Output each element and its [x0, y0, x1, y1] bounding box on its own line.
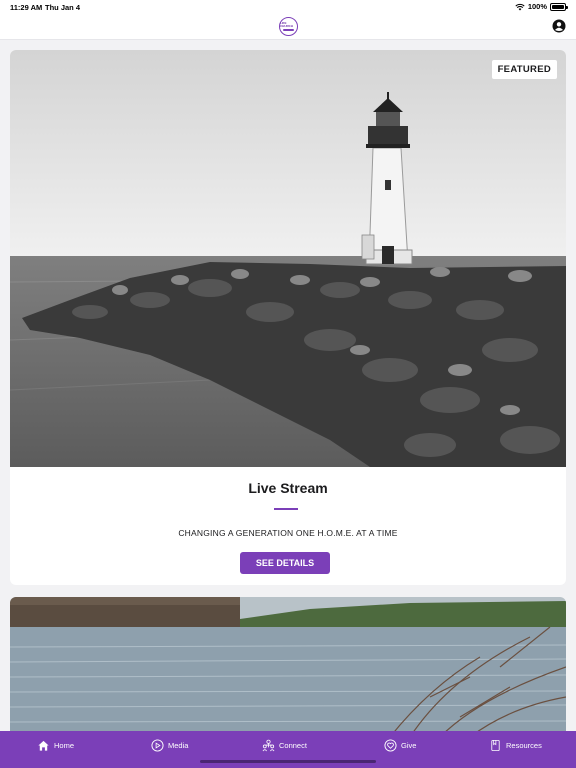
tab-media[interactable]: Media — [151, 739, 188, 752]
battery-level — [552, 4, 564, 9]
tab-give-label: Give — [401, 741, 417, 750]
status-date: Thu Jan 4 — [45, 3, 81, 12]
lake-image — [10, 597, 566, 737]
tab-home[interactable]: Home — [37, 739, 74, 752]
logo-accent — [283, 29, 294, 31]
heart-icon — [384, 739, 397, 752]
tab-bar: Home Media Connect Give Resources — [0, 731, 576, 768]
see-details-button[interactable]: SEE DETAILS — [240, 552, 330, 574]
status-time: 11:29 AM — [10, 3, 43, 12]
status-indicators: 100% — [515, 2, 568, 11]
battery-percent: 100% — [527, 2, 547, 11]
title-divider — [274, 508, 298, 510]
card-subtitle: CHANGING A GENERATION ONE H.O.M.E. AT A … — [178, 528, 398, 538]
tab-media-label: Media — [168, 741, 189, 750]
content-card[interactable] — [10, 597, 566, 737]
home-indicator — [200, 760, 376, 763]
status-bar: 11:29 AM Thu Jan 4 100% — [0, 0, 576, 16]
tab-connect[interactable]: Connect — [262, 739, 307, 752]
card-title: Live Stream — [248, 480, 328, 496]
battery-icon — [550, 2, 568, 11]
app-header: LIFE CHURCH — [0, 16, 576, 40]
wifi-icon — [515, 3, 525, 10]
featured-card[interactable]: FEATURED Live Stream CHANGING A GENERATI… — [10, 50, 566, 585]
featured-badge: FEATURED — [491, 60, 557, 79]
home-icon — [38, 740, 49, 751]
tab-connect-label: Connect — [279, 741, 307, 750]
lighthouse-image — [10, 50, 566, 467]
people-icon — [262, 739, 275, 752]
church-logo[interactable]: LIFE CHURCH — [279, 17, 298, 36]
tab-resources[interactable]: Resources — [489, 739, 542, 752]
tab-resources-label: Resources — [506, 741, 542, 750]
profile-icon[interactable] — [552, 19, 566, 33]
tab-give[interactable]: Give — [384, 739, 416, 752]
tab-home-label: Home — [54, 741, 75, 750]
play-icon — [151, 739, 164, 752]
book-icon — [491, 739, 500, 752]
logo-text: LIFE CHURCH — [280, 21, 293, 28]
